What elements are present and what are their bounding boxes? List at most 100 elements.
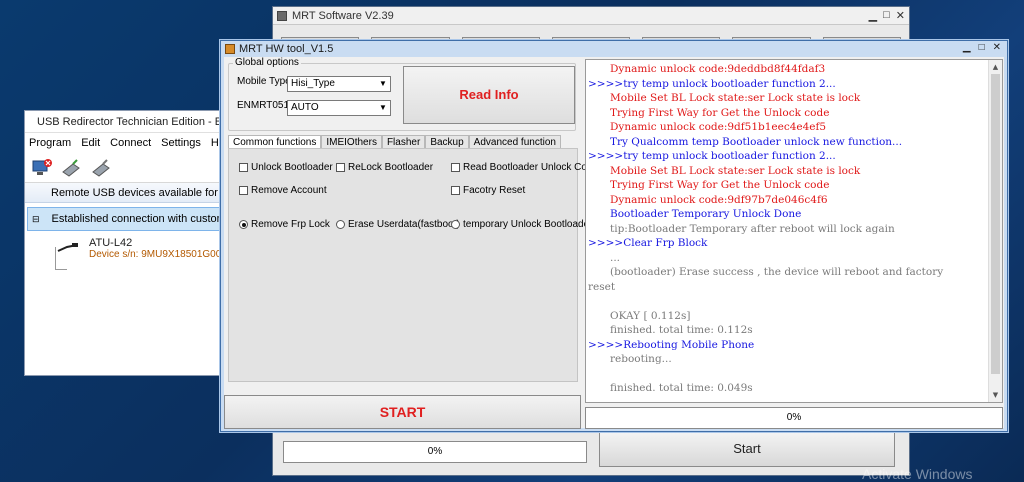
remove-frp-label: Remove Frp Lock [251, 219, 330, 230]
log-line: Dynamic unlock code:9deddbd8f44fdaf3 [610, 63, 826, 75]
activate-windows-watermark: Activate Windows [862, 466, 973, 482]
unlock-bootloader-checkbox[interactable] [239, 163, 248, 172]
menu-edit[interactable]: Edit [81, 137, 100, 149]
remove-frp-option[interactable]: Remove Frp Lock [239, 219, 330, 230]
unlock-bootloader-label: Unlock Bootloader [251, 162, 333, 173]
global-options-label: Global options [233, 57, 301, 68]
tab-common-functions[interactable]: Common functions [228, 135, 322, 149]
log-line: reset [588, 280, 616, 293]
tab-imei-others[interactable]: IMEIOthers [321, 135, 382, 148]
maximize-icon[interactable]: □ [883, 9, 890, 22]
factory-reset-checkbox[interactable] [451, 186, 460, 195]
collapse-icon[interactable]: ⊟ [32, 214, 40, 225]
scroll-down-icon[interactable]: ▼ [989, 388, 1002, 402]
relock-bootloader-checkbox[interactable] [336, 163, 345, 172]
relock-bootloader-option[interactable]: ReLock Bootloader [336, 162, 433, 173]
close-icon[interactable]: ✕ [896, 9, 905, 22]
usb-share-icon[interactable] [59, 156, 85, 180]
mobile-type-label: Mobile Type [237, 76, 291, 87]
unlock-bootloader-option[interactable]: Unlock Bootloader [239, 162, 333, 173]
device-serial: Device s/n: 9MU9X18501G00274 [89, 249, 238, 260]
log-line: finished. total time: 0.049s [610, 382, 753, 394]
progress-text: 0% [427, 446, 443, 457]
mobile-type-select[interactable]: Hisi_Type ▼ [287, 76, 391, 92]
menu-settings[interactable]: Settings [161, 137, 201, 149]
chevron-down-icon[interactable]: ▼ [376, 101, 390, 115]
connection-row[interactable]: ⊟ Established connection with customer a [27, 207, 243, 231]
menu-program[interactable]: Program [29, 137, 71, 149]
usb-redirector-window: USB Redirector Technician Edition - Eval… [24, 110, 244, 376]
toolbar [25, 153, 243, 183]
tab-flasher[interactable]: Flasher [381, 135, 426, 148]
mrt-hw-tool-window: MRT HW tool_V1.5 ▁ □ ✕ Global options Mo… [220, 40, 1008, 432]
factory-reset-label: Facotry Reset [463, 185, 526, 196]
remove-account-label: Remove Account [251, 185, 327, 196]
log-line: Dynamic unlock code:9df97b7de046c4f6 [610, 193, 828, 206]
close-icon[interactable]: ✕ [993, 42, 1001, 53]
erase-userdata-option[interactable]: Erase Userdata(fastboot) [336, 219, 460, 230]
maximize-icon[interactable]: □ [979, 42, 985, 53]
usb-unshare-icon[interactable] [89, 156, 115, 180]
read-unlock-code-checkbox[interactable] [451, 163, 460, 172]
menu-connect[interactable]: Connect [110, 137, 151, 149]
mrt-hw-client-area: Global options Mobile Type Hisi_Type ▼ E… [224, 57, 1004, 429]
temp-unlock-radio[interactable] [451, 220, 460, 229]
enmrt-value: AUTO [291, 102, 319, 113]
window-controls: ▁ □ ✕ [963, 42, 1001, 53]
scroll-thumb[interactable] [991, 74, 1000, 374]
tab-advanced-function[interactable]: Advanced function [468, 135, 561, 148]
minimize-icon[interactable]: ▁ [963, 42, 971, 53]
device-name: ATU-L42 [89, 237, 133, 249]
log-output[interactable]: Dynamic unlock code:9deddbd8f44fdaf3 >>>>… [585, 59, 1003, 403]
connection-label: Established connection with customer a [51, 213, 243, 225]
factory-reset-option[interactable]: Facotry Reset [451, 185, 525, 196]
scroll-up-icon[interactable]: ▲ [989, 60, 1002, 74]
log-line: Mobile Set BL Lock state:ser Lock state … [610, 164, 861, 177]
device-item[interactable]: ATU-L42 Device s/n: 9MU9X18501G00274 [25, 237, 243, 260]
log-line: tip:Bootloader Temporary after reboot wi… [610, 222, 895, 235]
mrt-software-titlebar: MRT Software V2.39 [273, 7, 909, 25]
progress-text: 0% [786, 412, 802, 423]
function-tabs: Common functions IMEIOthers Flasher Back… [228, 135, 561, 149]
remove-account-checkbox[interactable] [239, 186, 248, 195]
remove-frp-radio[interactable] [239, 220, 248, 229]
disconnect-computer-icon[interactable] [29, 156, 55, 180]
log-line: Trying First Way for Get the Unlock code [610, 179, 830, 191]
log-line: finished. total time: 0.112s [610, 324, 753, 336]
mrt-software-title: MRT Software V2.39 [292, 9, 394, 22]
start-button[interactable]: START [224, 395, 581, 429]
remove-account-option[interactable]: Remove Account [239, 185, 327, 196]
erase-userdata-label: Erase Userdata(fastboot) [348, 219, 460, 230]
log-line: Dynamic unlock code:9df51b1eec4e4ef5 [610, 121, 827, 133]
log-line: ... [610, 251, 621, 264]
log-line: (bootloader) Erase success , the device … [610, 266, 944, 278]
minimize-icon[interactable]: ▁ [869, 9, 877, 22]
hw-progress-bar: 0% [585, 407, 1003, 429]
relock-bootloader-label: ReLock Bootloader [348, 162, 434, 173]
temp-unlock-option[interactable]: temporary Unlock Bootloader [451, 219, 593, 230]
read-unlock-code-option[interactable]: Read Bootloader Unlock Code [451, 162, 598, 173]
enmrt-select[interactable]: AUTO ▼ [287, 100, 391, 116]
log-scrollbar[interactable]: ▲ ▼ [988, 60, 1002, 402]
window-controls: ▁ □ ✕ [869, 9, 905, 22]
mobile-type-value: Hisi_Type [291, 78, 335, 89]
app-icon [225, 44, 235, 54]
devices-header: Remote USB devices available for conn [25, 183, 243, 203]
app-icon [277, 10, 287, 21]
tab-backup[interactable]: Backup [425, 135, 469, 148]
mrt-hw-title: MRT HW tool_V1.5 [239, 43, 334, 55]
read-unlock-code-label: Read Bootloader Unlock Code [463, 162, 599, 173]
erase-userdata-radio[interactable] [336, 220, 345, 229]
mrt-software-start-button[interactable]: Start [599, 431, 895, 467]
log-line: Trying First Way for Get the Unlock code [610, 106, 830, 119]
read-info-button[interactable]: Read Info [403, 66, 575, 124]
chevron-down-icon[interactable]: ▼ [376, 77, 390, 91]
usb-redirector-title: USB Redirector Technician Edition - Eval… [37, 115, 243, 128]
log-lines: Dynamic unlock code:9deddbd8f44fdaf3 >>>>… [588, 62, 986, 396]
log-line: >>>>Rebooting Mobile Phone [588, 338, 755, 351]
log-line: Mobile Set BL Lock state:ser Lock state … [610, 92, 861, 104]
menu-bar: Program Edit Connect Settings Help [25, 133, 243, 153]
log-line: Try Qualcomm temp Bootloader unlock new … [610, 135, 903, 148]
